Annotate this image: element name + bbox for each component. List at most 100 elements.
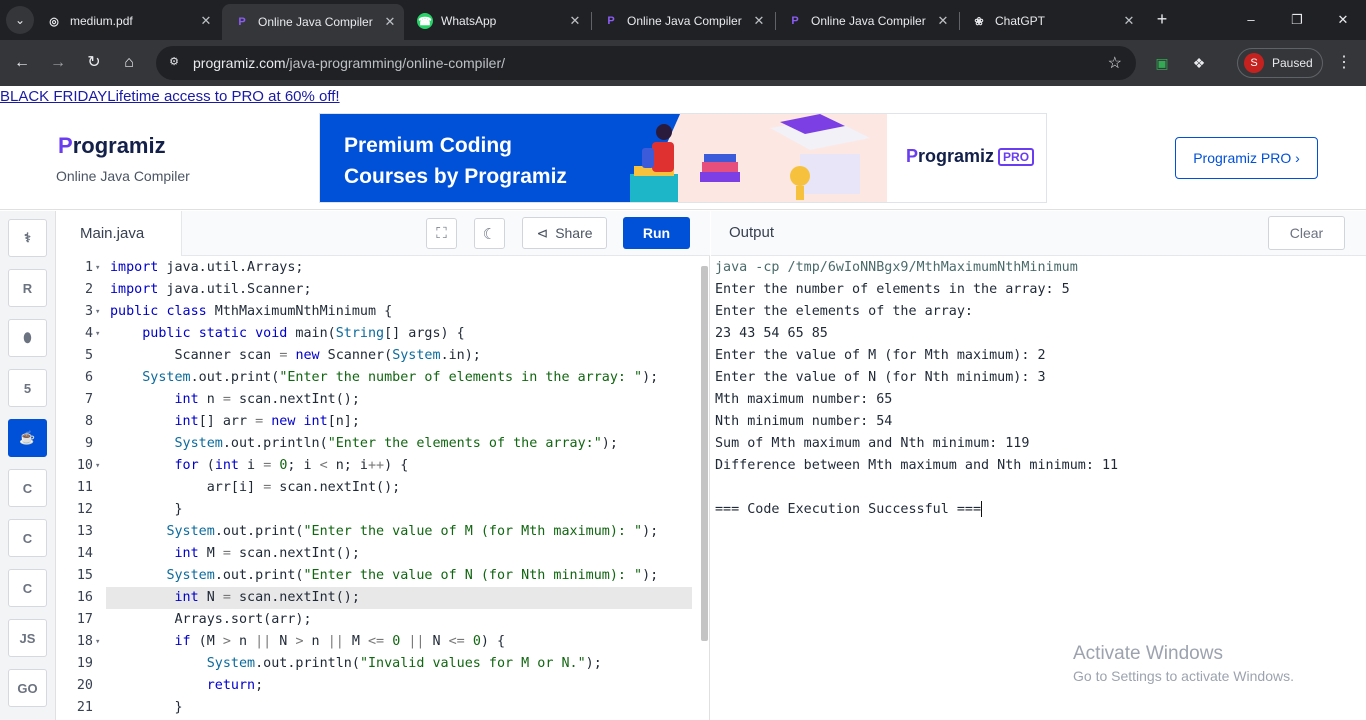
home-icon[interactable]: ⌂	[117, 51, 141, 75]
share-button[interactable]: ⊲ Share	[522, 217, 607, 249]
code-text: arr[i] = scan.nextInt();	[110, 480, 401, 495]
extensions-puzzle-icon[interactable]: ❖	[1188, 52, 1210, 74]
editor-scrollbar[interactable]	[701, 266, 708, 641]
line-number: 6	[84, 370, 93, 385]
browser-tab-strip: ⌄ ◎ medium.pdf ✕ P Online Java Compiler ✕ ☎ Wha…	[0, 0, 1366, 40]
code-text: return;	[206, 678, 264, 693]
browser-tab[interactable]: ☎ WhatsApp ✕	[405, 6, 589, 36]
code-line[interactable]: 11 arr[i] = scan.nextInt();	[56, 477, 692, 499]
code-text: import java.util.Arrays;	[110, 260, 304, 275]
address-bar[interactable]: ⚙ programiz.com/java-programming/online-…	[156, 46, 1136, 80]
code-line[interactable]: 18 ▾ if (M > n || N > n || M <= 0 || N <=…	[56, 631, 692, 653]
code-text: int n = scan.nextInt();	[174, 392, 360, 407]
cpp-icon[interactable]: C	[8, 569, 47, 607]
dark-mode-icon[interactable]: ☾	[474, 218, 505, 249]
fold-chevron-icon[interactable]: ▾	[95, 257, 100, 279]
html-icon[interactable]: 5	[8, 369, 47, 407]
fullscreen-icon[interactable]: ⛶	[426, 218, 457, 249]
ad-banner[interactable]: Premium Coding Courses by Programiz Progr…	[319, 113, 1047, 203]
output-line: Mth maximum number: 65	[715, 392, 893, 407]
java-icon[interactable]: ☕	[8, 419, 47, 457]
tab-title: WhatsApp	[441, 14, 497, 28]
code-line[interactable]: 13 System.out.print("Enter the value of …	[56, 521, 692, 543]
programiz-pro-button[interactable]: Programiz PRO ›	[1175, 137, 1318, 179]
code-text: int M = scan.nextInt();	[174, 546, 360, 561]
code-line[interactable]: 20 return;	[56, 675, 692, 697]
forward-icon[interactable]: →	[46, 51, 70, 75]
code-line[interactable]: 10 ▾ for (int i = 0; i < n; i++) {	[56, 455, 692, 477]
r-icon[interactable]: R	[8, 269, 47, 307]
file-tab-main[interactable]: Main.java	[56, 211, 182, 256]
close-tab-icon[interactable]: ✕	[380, 14, 400, 30]
code-line[interactable]: 2 import java.util.Scanner;	[56, 279, 692, 301]
code-line[interactable]: 6 System.out.print("Enter the number of …	[56, 367, 692, 389]
code-text: System.out.println("Invalid values for M…	[206, 656, 602, 671]
line-number: 9	[84, 436, 93, 451]
code-line[interactable]: 9 System.out.println("Enter the elements…	[56, 433, 692, 455]
line-number: 15	[76, 568, 93, 583]
url-text[interactable]: programiz.com/java-programming/online-co…	[193, 55, 505, 71]
python-icon[interactable]: ⚕	[8, 219, 47, 257]
csharp-icon[interactable]: C	[8, 519, 47, 557]
fold-chevron-icon[interactable]: ▾	[95, 631, 100, 653]
go-icon[interactable]: GO	[8, 669, 47, 707]
tab-title: Online Java Compiler	[258, 15, 373, 29]
back-icon[interactable]: ←	[10, 51, 34, 75]
js-icon[interactable]: JS	[8, 619, 47, 657]
banner-logo: Programiz PRO	[906, 146, 1035, 167]
extension-icon[interactable]: ▣	[1151, 52, 1173, 74]
new-tab-button[interactable]: +	[1150, 8, 1174, 32]
sql-icon[interactable]: ⬮	[8, 319, 47, 357]
fold-chevron-icon[interactable]: ▾	[95, 301, 100, 323]
minimize-icon[interactable]: –	[1236, 8, 1266, 32]
c-icon[interactable]: C	[8, 469, 47, 507]
code-line[interactable]: 7 int n = scan.nextInt();	[56, 389, 692, 411]
fold-chevron-icon[interactable]: ▾	[95, 455, 100, 477]
code-line[interactable]: 8 int[] arr = new int[n];	[56, 411, 692, 433]
code-line[interactable]: 12 }	[56, 499, 692, 521]
browser-tab[interactable]: ◎ medium.pdf ✕	[34, 6, 220, 36]
output-line: Enter the value of N (for Nth minimum): …	[715, 370, 1046, 385]
close-tab-icon[interactable]: ✕	[196, 13, 216, 29]
reload-icon[interactable]: ↻	[82, 51, 106, 75]
browser-tab[interactable]: ❀ ChatGPT ✕	[959, 6, 1143, 36]
code-line[interactable]: 1 ▾ import java.util.Arrays;	[56, 257, 692, 279]
output-pane: Output Clear java -cp /tmp/6wIoNNBgx9/Mt…	[711, 211, 1366, 720]
tab-title: ChatGPT	[995, 14, 1046, 28]
close-window-icon[interactable]: ✕	[1328, 8, 1358, 32]
close-tab-icon[interactable]: ✕	[1119, 13, 1139, 29]
code-line[interactable]: 17 Arrays.sort(arr);	[56, 609, 692, 631]
clear-button[interactable]: Clear	[1268, 216, 1345, 250]
page-subtitle: Online Java Compiler	[56, 168, 190, 184]
code-line[interactable]: 3 ▾ public class MthMaximumNthMinimum {	[56, 301, 692, 323]
browser-tab[interactable]: P Online Java Compiler ✕	[591, 6, 773, 36]
output-line: Sum of Mth maximum and Nth minimum: 119	[715, 436, 1030, 451]
restore-icon[interactable]: ❐	[1282, 8, 1312, 32]
code-area[interactable]: 1 ▾ import java.util.Arrays; 2 import java.u…	[56, 257, 710, 720]
programiz-logo[interactable]: Programiz	[58, 133, 166, 159]
close-tab-icon[interactable]: ✕	[933, 13, 953, 29]
code-line[interactable]: 19 System.out.println("Invalid values fo…	[56, 653, 692, 675]
promo-link[interactable]: BLACK FRIDAYLifetime access to PRO at 60…	[0, 88, 340, 106]
output-toolbar: Output Clear	[711, 211, 1366, 256]
line-number: 1	[84, 260, 93, 275]
site-info-icon[interactable]: ⚙	[166, 55, 182, 71]
profile-button[interactable]: S Paused	[1237, 48, 1323, 78]
code-line[interactable]: 5 Scanner scan = new Scanner(System.in);	[56, 345, 692, 367]
browser-tab[interactable]: P Online Java Compiler ✕	[222, 4, 404, 40]
code-line[interactable]: 21 }	[56, 697, 692, 719]
code-line[interactable]: 15 System.out.print("Enter the value of …	[56, 565, 692, 587]
tab-search-icon[interactable]: ⌄	[6, 6, 34, 34]
browser-menu-icon[interactable]: ⋮	[1336, 52, 1352, 72]
bookmark-star-icon[interactable]: ☆	[1108, 53, 1122, 73]
code-line[interactable]: 14 int M = scan.nextInt();	[56, 543, 692, 565]
browser-tab[interactable]: P Online Java Compiler ✕	[775, 6, 957, 36]
banner-illustration	[630, 114, 870, 202]
fold-chevron-icon[interactable]: ▾	[95, 323, 100, 345]
close-tab-icon[interactable]: ✕	[749, 13, 769, 29]
code-text: public class MthMaximumNthMinimum {	[110, 304, 393, 319]
code-line[interactable]: 4 ▾ public static void main(String[] args…	[56, 323, 692, 345]
code-line[interactable]: 16 int N = scan.nextInt();	[77, 587, 692, 609]
close-tab-icon[interactable]: ✕	[565, 13, 585, 29]
run-button[interactable]: Run	[623, 217, 690, 249]
